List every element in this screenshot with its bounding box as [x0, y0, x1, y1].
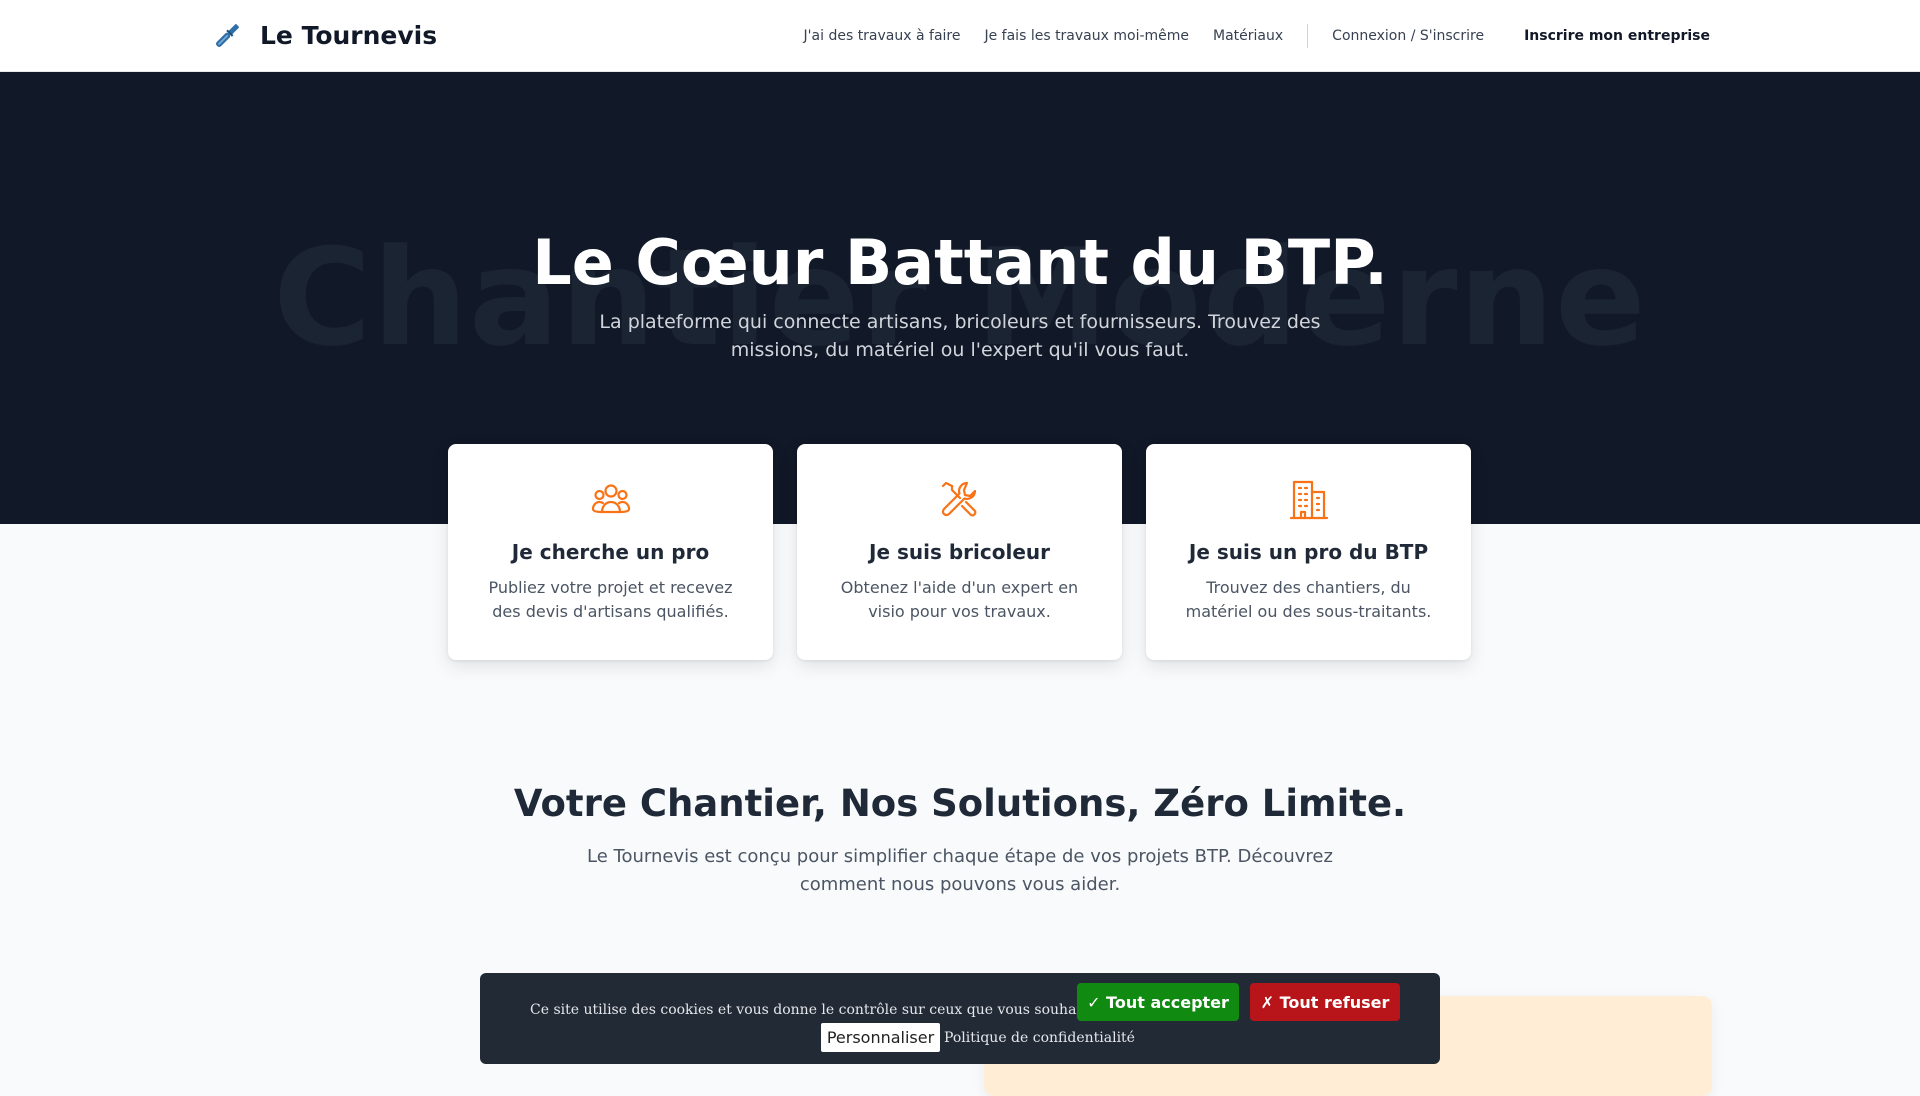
tools-icon	[941, 481, 976, 517]
register-company-link[interactable]: Inscrire mon entreprise	[1524, 28, 1710, 44]
nav-link-bricolage[interactable]: Je fais les travaux moi-même	[984, 28, 1189, 44]
building-icon	[1289, 480, 1328, 520]
main-nav: J'ai des travaux à faire Je fais les tra…	[780, 23, 1710, 48]
hero-subtitle: La plateforme qui connecte artisans, bri…	[599, 311, 1321, 361]
cookie-text: Ce site utilise des cookies et vous donn…	[530, 1002, 1156, 1018]
card-title: Je cherche un pro	[511, 540, 710, 564]
card-text: Trouvez des chantiers, du matériel ou de…	[1185, 578, 1432, 621]
hero-title: Le Cœur Battant du BTP.	[532, 226, 1388, 299]
card-find-pro[interactable]: Je cherche un pro Publiez votre projet e…	[448, 444, 773, 660]
card-diy[interactable]: Je suis bricoleur Obtenez l'aide d'un ex…	[797, 444, 1122, 660]
brand-logo-link[interactable]: Le Tournevis	[210, 19, 437, 53]
customize-button[interactable]: Personnaliser	[821, 1023, 940, 1052]
nav-divider	[1307, 23, 1309, 48]
privacy-policy-link[interactable]: Politique de confidentialité	[944, 1030, 1135, 1046]
audience-cards: Je cherche un pro Publiez votre projet e…	[448, 444, 1471, 660]
login-link[interactable]: Connexion / S'inscrire	[1332, 28, 1484, 44]
site-header: Le Tournevis J'ai des travaux à faire Je…	[0, 0, 1920, 72]
section-subtitle: Le Tournevis est conçu pour simplifier c…	[587, 846, 1333, 895]
card-btp-pro[interactable]: Je suis un pro du BTP Trouvez des chanti…	[1146, 444, 1471, 660]
refuse-all-button[interactable]: ✗ Tout refuser	[1250, 983, 1400, 1021]
screwdriver-icon	[216, 23, 239, 47]
card-text: Obtenez l'aide d'un expert en visio pour…	[840, 578, 1079, 621]
nav-link-materiaux[interactable]: Matériaux	[1213, 28, 1283, 44]
brand-name: Le Tournevis	[260, 21, 438, 50]
card-title: Je suis bricoleur	[869, 540, 1050, 564]
users-icon	[591, 484, 630, 514]
card-title: Je suis un pro du BTP	[1188, 540, 1429, 564]
nav-link-travaux[interactable]: J'ai des travaux à faire	[804, 28, 961, 44]
cookie-banner: Ce site utilise des cookies et vous donn…	[480, 973, 1440, 1064]
section-title: Votre Chantier, Nos Solutions, Zéro Limi…	[513, 782, 1407, 825]
accept-all-button[interactable]: ✓ Tout accepter	[1077, 983, 1239, 1021]
card-text: Publiez votre projet et recevez des devi…	[488, 578, 733, 621]
